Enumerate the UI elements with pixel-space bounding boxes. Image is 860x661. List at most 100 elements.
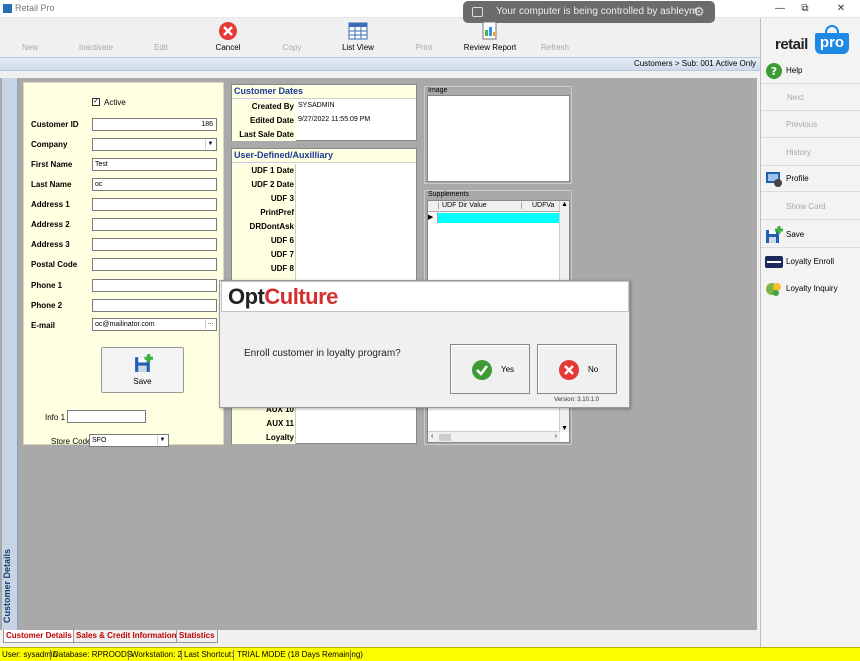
phone2-field[interactable] <box>92 299 217 312</box>
customer-id-field[interactable]: 186 <box>92 118 217 131</box>
no-button[interactable]: No <box>537 344 617 394</box>
scroll-right-icon[interactable]: › <box>555 433 557 440</box>
inactivate-button[interactable]: Inactivate <box>61 18 131 56</box>
save-icon <box>135 354 153 372</box>
new-button[interactable]: New <box>0 18 65 56</box>
chevron-down-icon: ▼ <box>157 436 167 445</box>
scroll-down-icon[interactable]: ▼ <box>561 425 568 432</box>
phone1-label: Phone 1 <box>31 281 63 290</box>
edited-date-value: 9/27/2022 11:55:09 PM <box>298 116 371 123</box>
udfva-header[interactable]: UDFVa <box>521 202 554 209</box>
sidebar-item-help[interactable]: ? Help <box>761 58 860 84</box>
print-button[interactable]: Print <box>389 18 459 56</box>
email-more-button[interactable]: ... <box>205 319 215 329</box>
first-name-label: First Name <box>31 160 73 169</box>
tab-statistics[interactable]: Statistics <box>176 630 218 643</box>
address2-label: Address 2 <box>31 220 70 229</box>
udf7-label: UDF 7 <box>270 250 294 259</box>
logo-retail: retail <box>775 36 808 53</box>
sidebar-item-profile[interactable]: Profile <box>761 166 860 192</box>
save-customer-button[interactable]: Save <box>101 347 184 393</box>
yes-button[interactable]: Yes <box>450 344 530 394</box>
copy-button[interactable]: Copy <box>257 18 327 56</box>
edit-button[interactable]: Edit <box>126 18 196 56</box>
toolbar: New Inactivate Edit Cancel Copy List Vie… <box>0 18 760 56</box>
customer-details-side-tab[interactable]: Customer Details <box>2 78 18 630</box>
company-select[interactable]: ▼ <box>92 138 217 151</box>
status-trial-mode: TRIAL MODE (18 Days Remaining) <box>237 650 363 659</box>
edited-date-label: Edited Date <box>249 116 294 125</box>
logo-opt: Opt <box>228 284 265 309</box>
address3-label: Address 3 <box>31 240 70 249</box>
title-bar: Retail Pro — ⧉ ✕ <box>0 0 860 18</box>
svg-text:?: ? <box>771 65 777 78</box>
postal-code-label: Postal Code <box>31 260 78 269</box>
tab-sales-credit[interactable]: Sales & Credit Information <box>73 630 180 643</box>
customer-image <box>427 95 570 182</box>
status-last-shortcut: Last Shortcut: <box>184 650 234 659</box>
phone2-label: Phone 2 <box>31 301 63 310</box>
help-icon: ? <box>766 63 782 79</box>
dialog-message: Enroll customer in loyalty program? <box>244 348 401 359</box>
scroll-left-icon[interactable]: ‹ <box>431 433 433 440</box>
sidebar-item-loyalty-inquiry[interactable]: Loyalty Inquiry <box>761 276 860 302</box>
logo-pro: pro <box>815 33 849 54</box>
sidebar-item-next[interactable]: Next <box>761 85 860 111</box>
report-icon <box>482 21 497 40</box>
optculture-logo: OptCulture <box>221 281 629 312</box>
first-name-field[interactable]: Test <box>92 158 217 171</box>
scroll-up-icon[interactable]: ▲ <box>561 201 568 208</box>
phone1-field[interactable] <box>92 279 217 292</box>
cancel-icon <box>219 22 237 40</box>
store-code-select[interactable]: SFO ▼ <box>89 434 169 447</box>
loyalty-club-icon <box>765 256 783 268</box>
info1-field[interactable] <box>67 410 146 423</box>
status-database: Database: RPROODS <box>53 650 133 659</box>
review-report-button[interactable]: Review Report <box>455 18 525 56</box>
customer-panel: ✓ Active Customer ID 186 Company ▼ First… <box>23 82 224 447</box>
remote-screen-icon <box>472 7 483 17</box>
last-name-field[interactable]: oc <box>92 178 217 191</box>
email-field[interactable]: oc@mailinator.com... <box>92 318 217 331</box>
horizontal-scrollbar[interactable]: ‹ › <box>428 431 560 442</box>
restore-button[interactable]: ⧉ <box>795 2 815 15</box>
udf1-date-label: UDF 1 Date <box>251 166 294 175</box>
scroll-thumb[interactable] <box>439 434 451 441</box>
sidebar-item-save[interactable]: Save <box>761 222 860 248</box>
app-icon <box>3 4 12 13</box>
udf8-label: UDF 8 <box>270 264 294 273</box>
refresh-button[interactable]: Refresh <box>520 18 590 56</box>
cancel-button[interactable]: Cancel <box>193 18 263 56</box>
sidebar-item-previous[interactable]: Previous <box>761 112 860 138</box>
udf-dir-value-header[interactable]: UDF Dir Value <box>438 202 520 209</box>
image-group-title: Image <box>428 87 448 94</box>
customer-dates-header: Customer Dates <box>232 85 416 99</box>
chevron-down-icon: ▼ <box>205 140 215 149</box>
sidebar-item-loyalty-enroll[interactable]: Loyalty Enroll <box>761 249 860 275</box>
aux11-label: AUX 11 <box>266 419 294 428</box>
last-sale-date-label: Last Sale Date <box>239 130 294 139</box>
checkmark-icon <box>472 360 492 380</box>
remote-control-text: Your computer is being controlled by ash… <box>496 6 698 17</box>
active-checkbox[interactable]: ✓ <box>92 98 100 106</box>
sidebar-item-history[interactable]: History <box>761 140 860 166</box>
status-workstation: Workstation: 2 <box>131 650 182 659</box>
sidebar-item-show-card[interactable]: Show Card <box>761 194 860 220</box>
info1-label: Info 1 <box>45 413 66 422</box>
tab-customer-details[interactable]: Customer Details <box>3 630 75 643</box>
window-title: Retail Pro <box>15 3 55 13</box>
postal-code-field[interactable] <box>92 258 217 271</box>
breadcrumb: Customers > Sub: 001 Active Only <box>633 59 756 68</box>
address2-field[interactable] <box>92 218 217 231</box>
address3-field[interactable] <box>92 238 217 251</box>
store-code-label: Store Code <box>51 437 92 446</box>
logo-culture: Culture <box>264 284 338 309</box>
address1-field[interactable] <box>92 198 217 211</box>
last-name-label: Last Name <box>31 180 72 189</box>
minimize-button[interactable]: — <box>770 2 790 15</box>
list-view-button[interactable]: List View <box>323 18 393 56</box>
close-window-button[interactable]: ✕ <box>831 2 851 15</box>
supplements-row[interactable] <box>438 213 560 223</box>
right-sidebar: retail pro ? Help Next Previous History … <box>760 18 860 647</box>
dialog-version: Version: 3.10.1.0 <box>553 397 599 403</box>
